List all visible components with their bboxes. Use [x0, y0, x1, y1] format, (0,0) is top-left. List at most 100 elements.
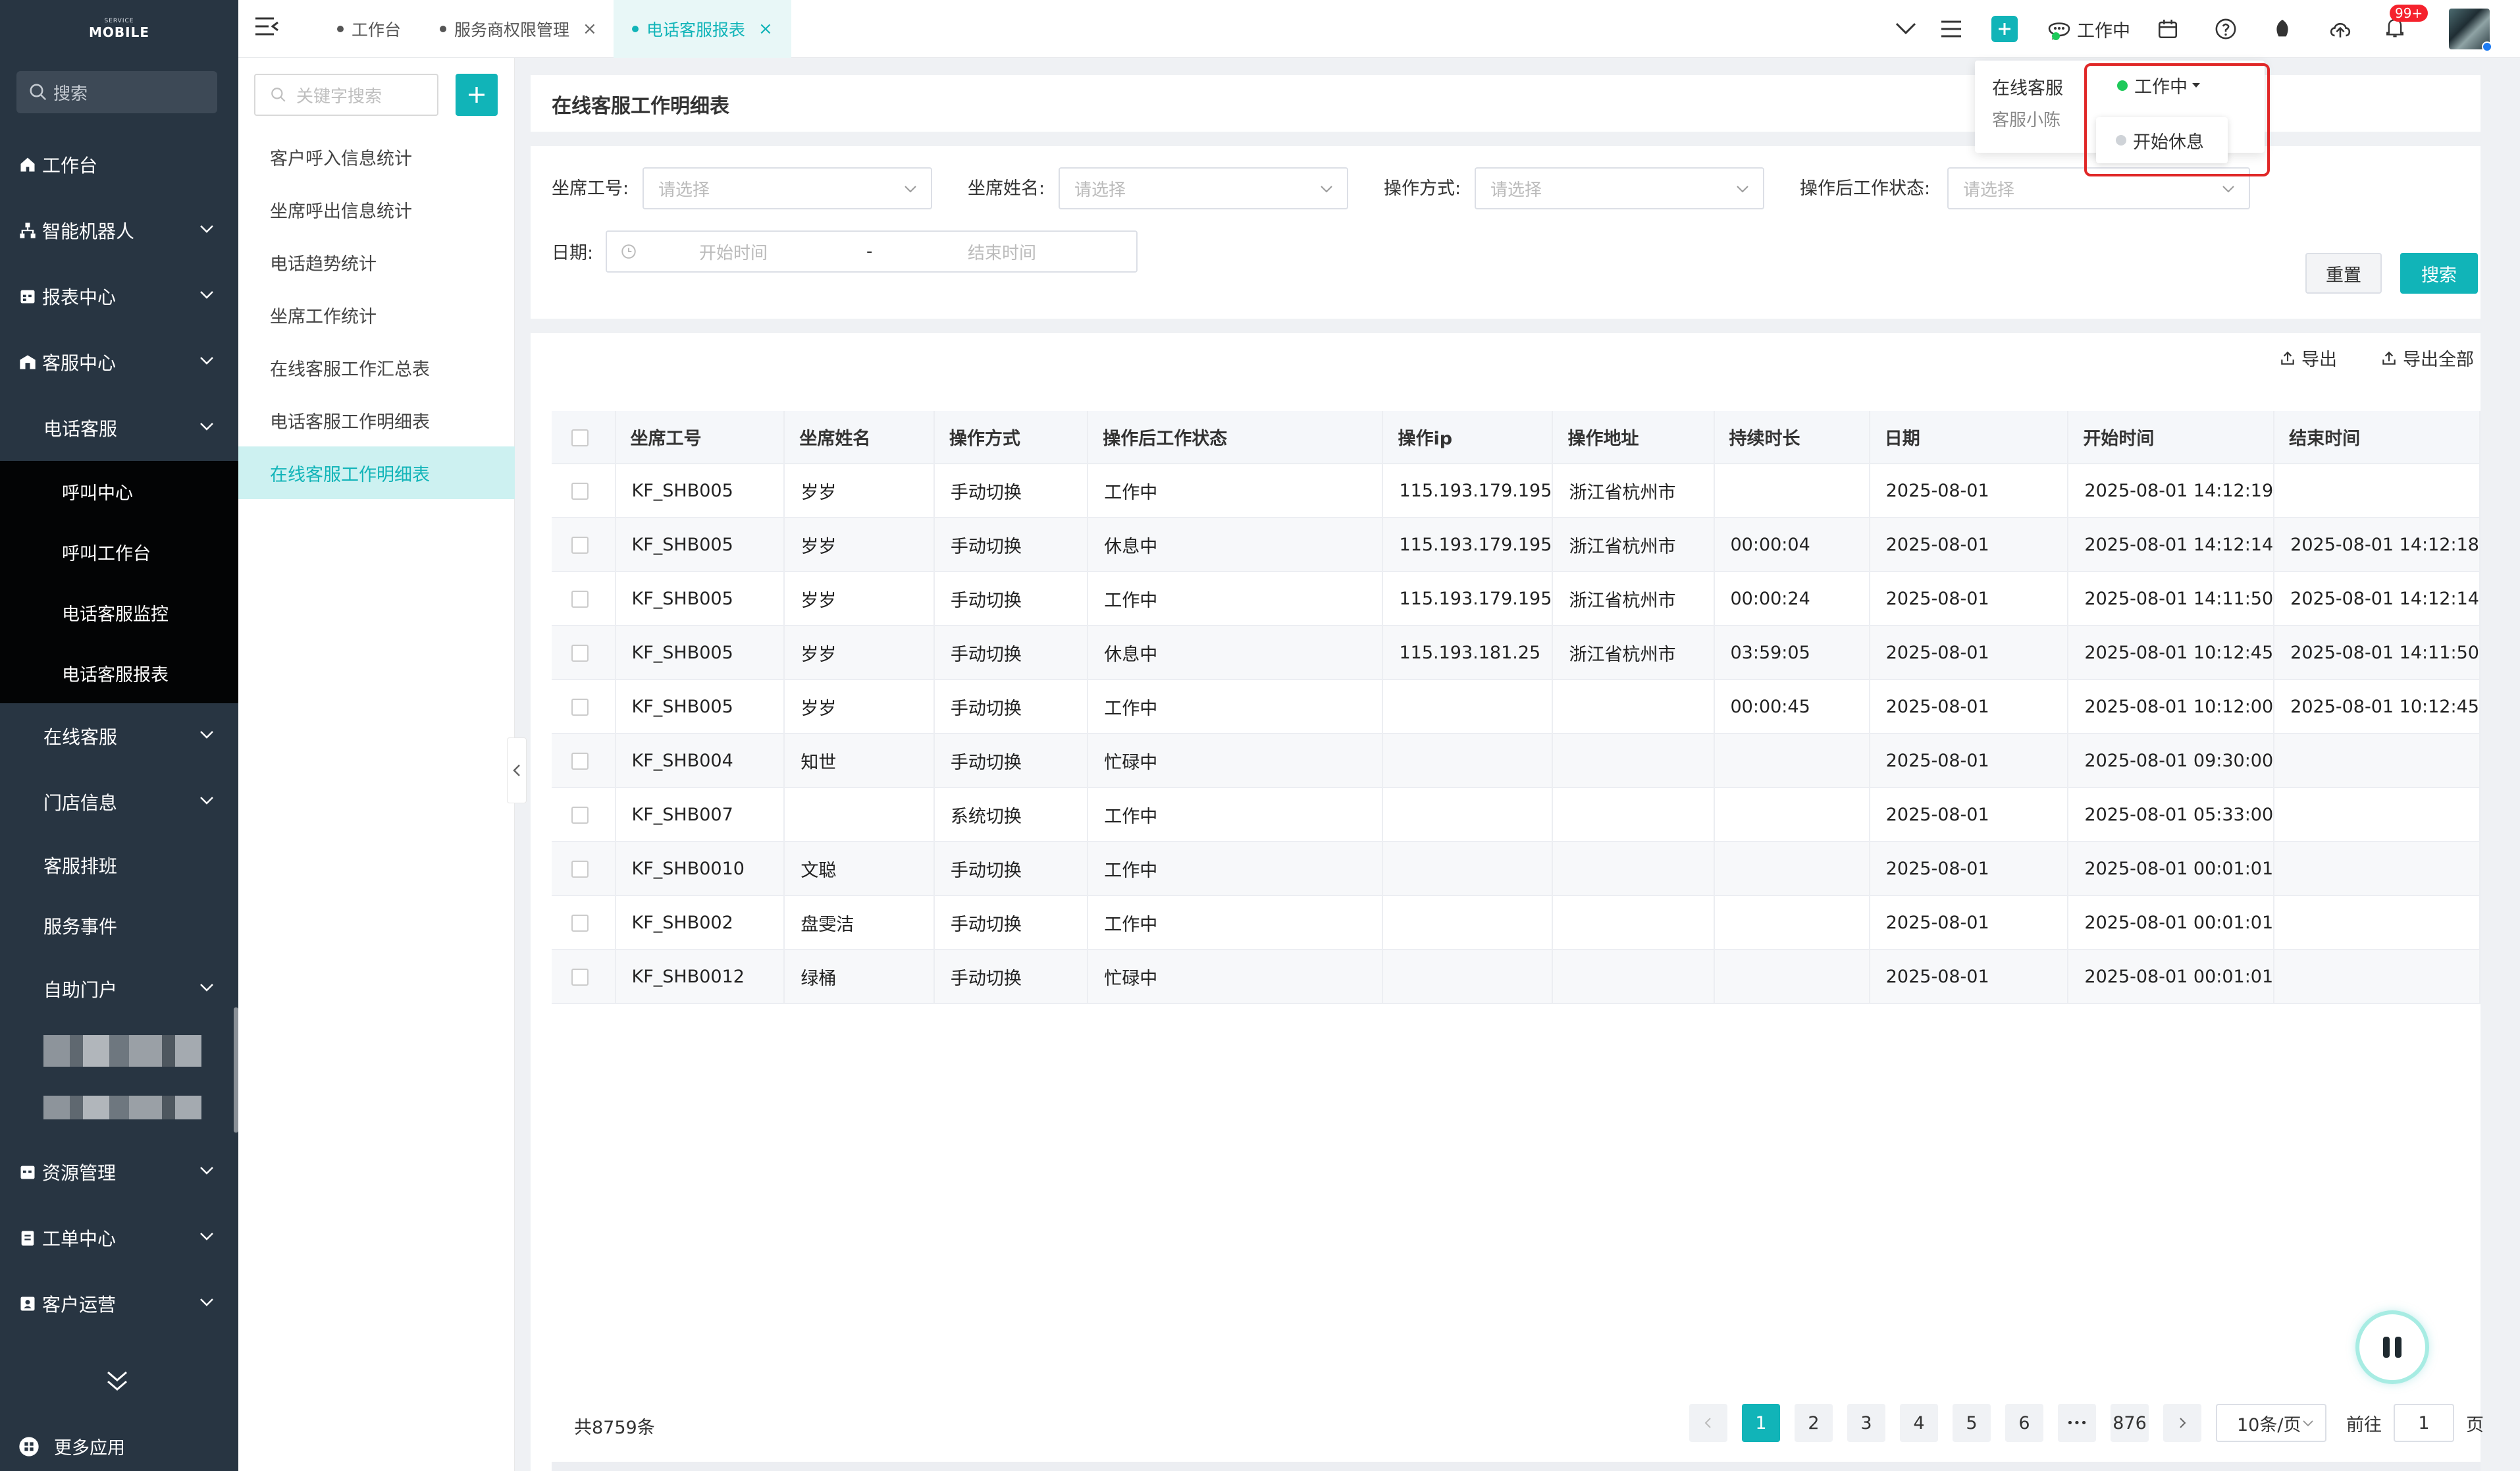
- expand-more-icon[interactable]: [104, 1370, 130, 1393]
- table-row[interactable]: KF_SHB007 系统切换 工作中 2025-08-01 2025-08-01 05:…: [552, 788, 2481, 842]
- page-button[interactable]: 2: [1795, 1404, 1833, 1442]
- agent-id-select[interactable]: 请选择: [643, 167, 932, 209]
- agent-name-select[interactable]: 请选择: [1059, 167, 1348, 209]
- table-row[interactable]: KF_SHB005 岁岁 手动切换 休息中 115.193.179.195 浙江省杭州市 0…: [552, 518, 2481, 572]
- row-checkbox[interactable]: [571, 537, 589, 554]
- tab-provider-permission[interactable]: 服务商权限管理 ×: [420, 0, 617, 58]
- tab-phone-report[interactable]: 电话客服报表 ×: [614, 0, 791, 58]
- row-select-cell[interactable]: [552, 734, 616, 788]
- page-size-select[interactable]: 10条/页: [2216, 1404, 2326, 1442]
- report-item-phone-trend[interactable]: 电话趋势统计: [238, 236, 515, 288]
- blurred-menu-item[interactable]: [43, 1096, 201, 1119]
- select-all-checkbox[interactable]: [571, 429, 589, 446]
- report-item-agent-work-stats[interactable]: 坐席工作统计: [238, 288, 515, 341]
- sidebar-item-schedule[interactable]: 客服排班: [0, 835, 238, 896]
- cloud-upload-icon[interactable]: [2328, 18, 2353, 40]
- row-checkbox[interactable]: [571, 753, 589, 770]
- row-checkbox[interactable]: [571, 591, 589, 608]
- column-header[interactable]: 日期: [1869, 411, 2069, 464]
- sidebar-item-store-info[interactable]: 门店信息: [0, 769, 238, 835]
- table-row[interactable]: KF_SHB002 盘雯洁 手动切换 工作中 2025-08-01 2025-08-01 …: [552, 896, 2481, 950]
- row-select-cell[interactable]: [552, 788, 616, 842]
- column-header[interactable]: 操作方式: [933, 411, 1089, 464]
- more-apps-button[interactable]: 更多应用: [18, 1433, 125, 1459]
- column-header[interactable]: 操作后工作状态: [1088, 411, 1384, 464]
- app-logo[interactable]: SERVICE MOBILE: [0, 0, 238, 58]
- row-checkbox[interactable]: [571, 483, 589, 500]
- keyword-search-input[interactable]: 关键字搜索: [254, 74, 438, 116]
- page-button[interactable]: 5: [1953, 1404, 1991, 1442]
- row-checkbox[interactable]: [571, 861, 589, 878]
- collapse-nav-handle[interactable]: [507, 737, 527, 803]
- page-button[interactable]: 3: [1847, 1404, 1885, 1442]
- close-icon[interactable]: ×: [583, 19, 597, 39]
- column-header[interactable]: 操作ip: [1382, 411, 1554, 464]
- report-item-online-summary[interactable]: 在线客服工作汇总表: [238, 341, 515, 394]
- help-icon[interactable]: [2215, 18, 2237, 40]
- sidebar-scrollbar[interactable]: [234, 1007, 238, 1133]
- row-checkbox[interactable]: [571, 807, 589, 824]
- prev-page-button[interactable]: [1689, 1404, 1727, 1442]
- row-select-cell[interactable]: [552, 842, 616, 896]
- list-menu-icon[interactable]: [1940, 19, 1962, 39]
- row-select-cell[interactable]: [552, 572, 616, 626]
- table-row[interactable]: KF_SHB005 岁岁 手动切换 工作中 00:00:45 2025-08-01 2025…: [552, 680, 2481, 734]
- table-row[interactable]: KF_SHB0012 绿桶 手动切换 忙碌中 2025-08-01 2025-08-01 …: [552, 949, 2481, 1004]
- table-row[interactable]: KF_SHB0010 文聪 手动切换 工作中 2025-08-01 2025-08-01 …: [552, 842, 2481, 896]
- sidebar-item-tickets[interactable]: 工单中心: [0, 1205, 238, 1271]
- sidebar-item-phone-report[interactable]: 电话客服报表: [0, 643, 238, 703]
- row-checkbox[interactable]: [571, 969, 589, 986]
- row-checkbox[interactable]: [571, 645, 589, 662]
- menu-fold-icon[interactable]: [254, 16, 280, 38]
- table-row[interactable]: KF_SHB004 知世 手动切换 忙碌中 2025-08-01 2025-08-01 0…: [552, 734, 2481, 788]
- calendar-icon[interactable]: [2157, 18, 2179, 40]
- row-select-cell[interactable]: [552, 518, 616, 572]
- next-page-button[interactable]: [2163, 1404, 2201, 1442]
- report-item-outbound-stats[interactable]: 坐席呼出信息统计: [238, 183, 515, 236]
- notification-button[interactable]: 99+: [2384, 5, 2428, 41]
- column-header[interactable]: 持续时长: [1714, 411, 1870, 464]
- blurred-menu-item[interactable]: [43, 1035, 201, 1067]
- column-header[interactable]: 操作地址: [1552, 411, 1715, 464]
- sidebar-item-service-center[interactable]: 客服中心: [0, 329, 238, 395]
- work-status-toggle[interactable]: 工作中: [2047, 16, 2130, 42]
- sidebar-item-online-service[interactable]: 在线客服: [0, 703, 238, 769]
- page-button[interactable]: 1: [1742, 1404, 1780, 1442]
- tab-workbench[interactable]: 工作台: [317, 0, 421, 58]
- report-item-online-detail[interactable]: 在线客服工作明细表: [238, 446, 515, 499]
- sidebar-item-robot[interactable]: 智能机器人: [0, 198, 238, 263]
- sidebar-item-phone-service[interactable]: 电话客服: [0, 395, 238, 461]
- op-method-select[interactable]: 请选择: [1475, 167, 1764, 209]
- column-header[interactable]: 开始时间: [2068, 411, 2275, 464]
- sidebar-item-events[interactable]: 服务事件: [0, 896, 238, 956]
- start-time-placeholder[interactable]: 开始时间: [699, 240, 768, 264]
- goto-page-input[interactable]: 1: [2394, 1404, 2454, 1442]
- row-checkbox[interactable]: [571, 915, 589, 932]
- sidebar-item-workbench[interactable]: 工作台: [0, 132, 238, 198]
- column-header[interactable]: 坐席工号: [615, 411, 785, 464]
- sidebar-search-input[interactable]: 搜索: [16, 71, 217, 113]
- reset-button[interactable]: 重置: [2305, 253, 2382, 294]
- row-select-cell[interactable]: [552, 949, 616, 1004]
- search-button[interactable]: 搜索: [2400, 253, 2478, 294]
- export-all-button[interactable]: 导出全部: [2380, 345, 2474, 371]
- sidebar-item-report[interactable]: 报表中心: [0, 263, 238, 329]
- table-row[interactable]: KF_SHB005 岁岁 手动切换 休息中 115.193.181.25 浙江省杭州市 03…: [552, 626, 2481, 680]
- sidebar-item-call-workbench[interactable]: 呼叫工作台: [0, 522, 238, 582]
- report-item-inbound-stats[interactable]: 客户呼入信息统计: [238, 130, 515, 183]
- add-button[interactable]: [1991, 16, 2018, 42]
- horizontal-scrollbar[interactable]: [552, 1462, 2481, 1471]
- page-button[interactable]: 6: [2005, 1404, 2043, 1442]
- floating-pause-button[interactable]: [2359, 1314, 2425, 1380]
- row-checkbox[interactable]: [571, 699, 589, 716]
- row-select-cell[interactable]: [552, 896, 616, 950]
- row-select-cell[interactable]: [552, 680, 616, 734]
- page-button[interactable]: 4: [1900, 1404, 1938, 1442]
- date-range-picker[interactable]: 开始时间 - 结束时间: [606, 230, 1138, 273]
- add-report-button[interactable]: [456, 74, 498, 116]
- last-page-button[interactable]: 876: [2111, 1404, 2149, 1442]
- more-pages-button[interactable]: •••: [2058, 1404, 2096, 1442]
- sidebar-item-self-portal[interactable]: 自助门户: [0, 956, 238, 1022]
- select-all-header[interactable]: [552, 411, 616, 464]
- end-time-placeholder[interactable]: 结束时间: [968, 240, 1036, 264]
